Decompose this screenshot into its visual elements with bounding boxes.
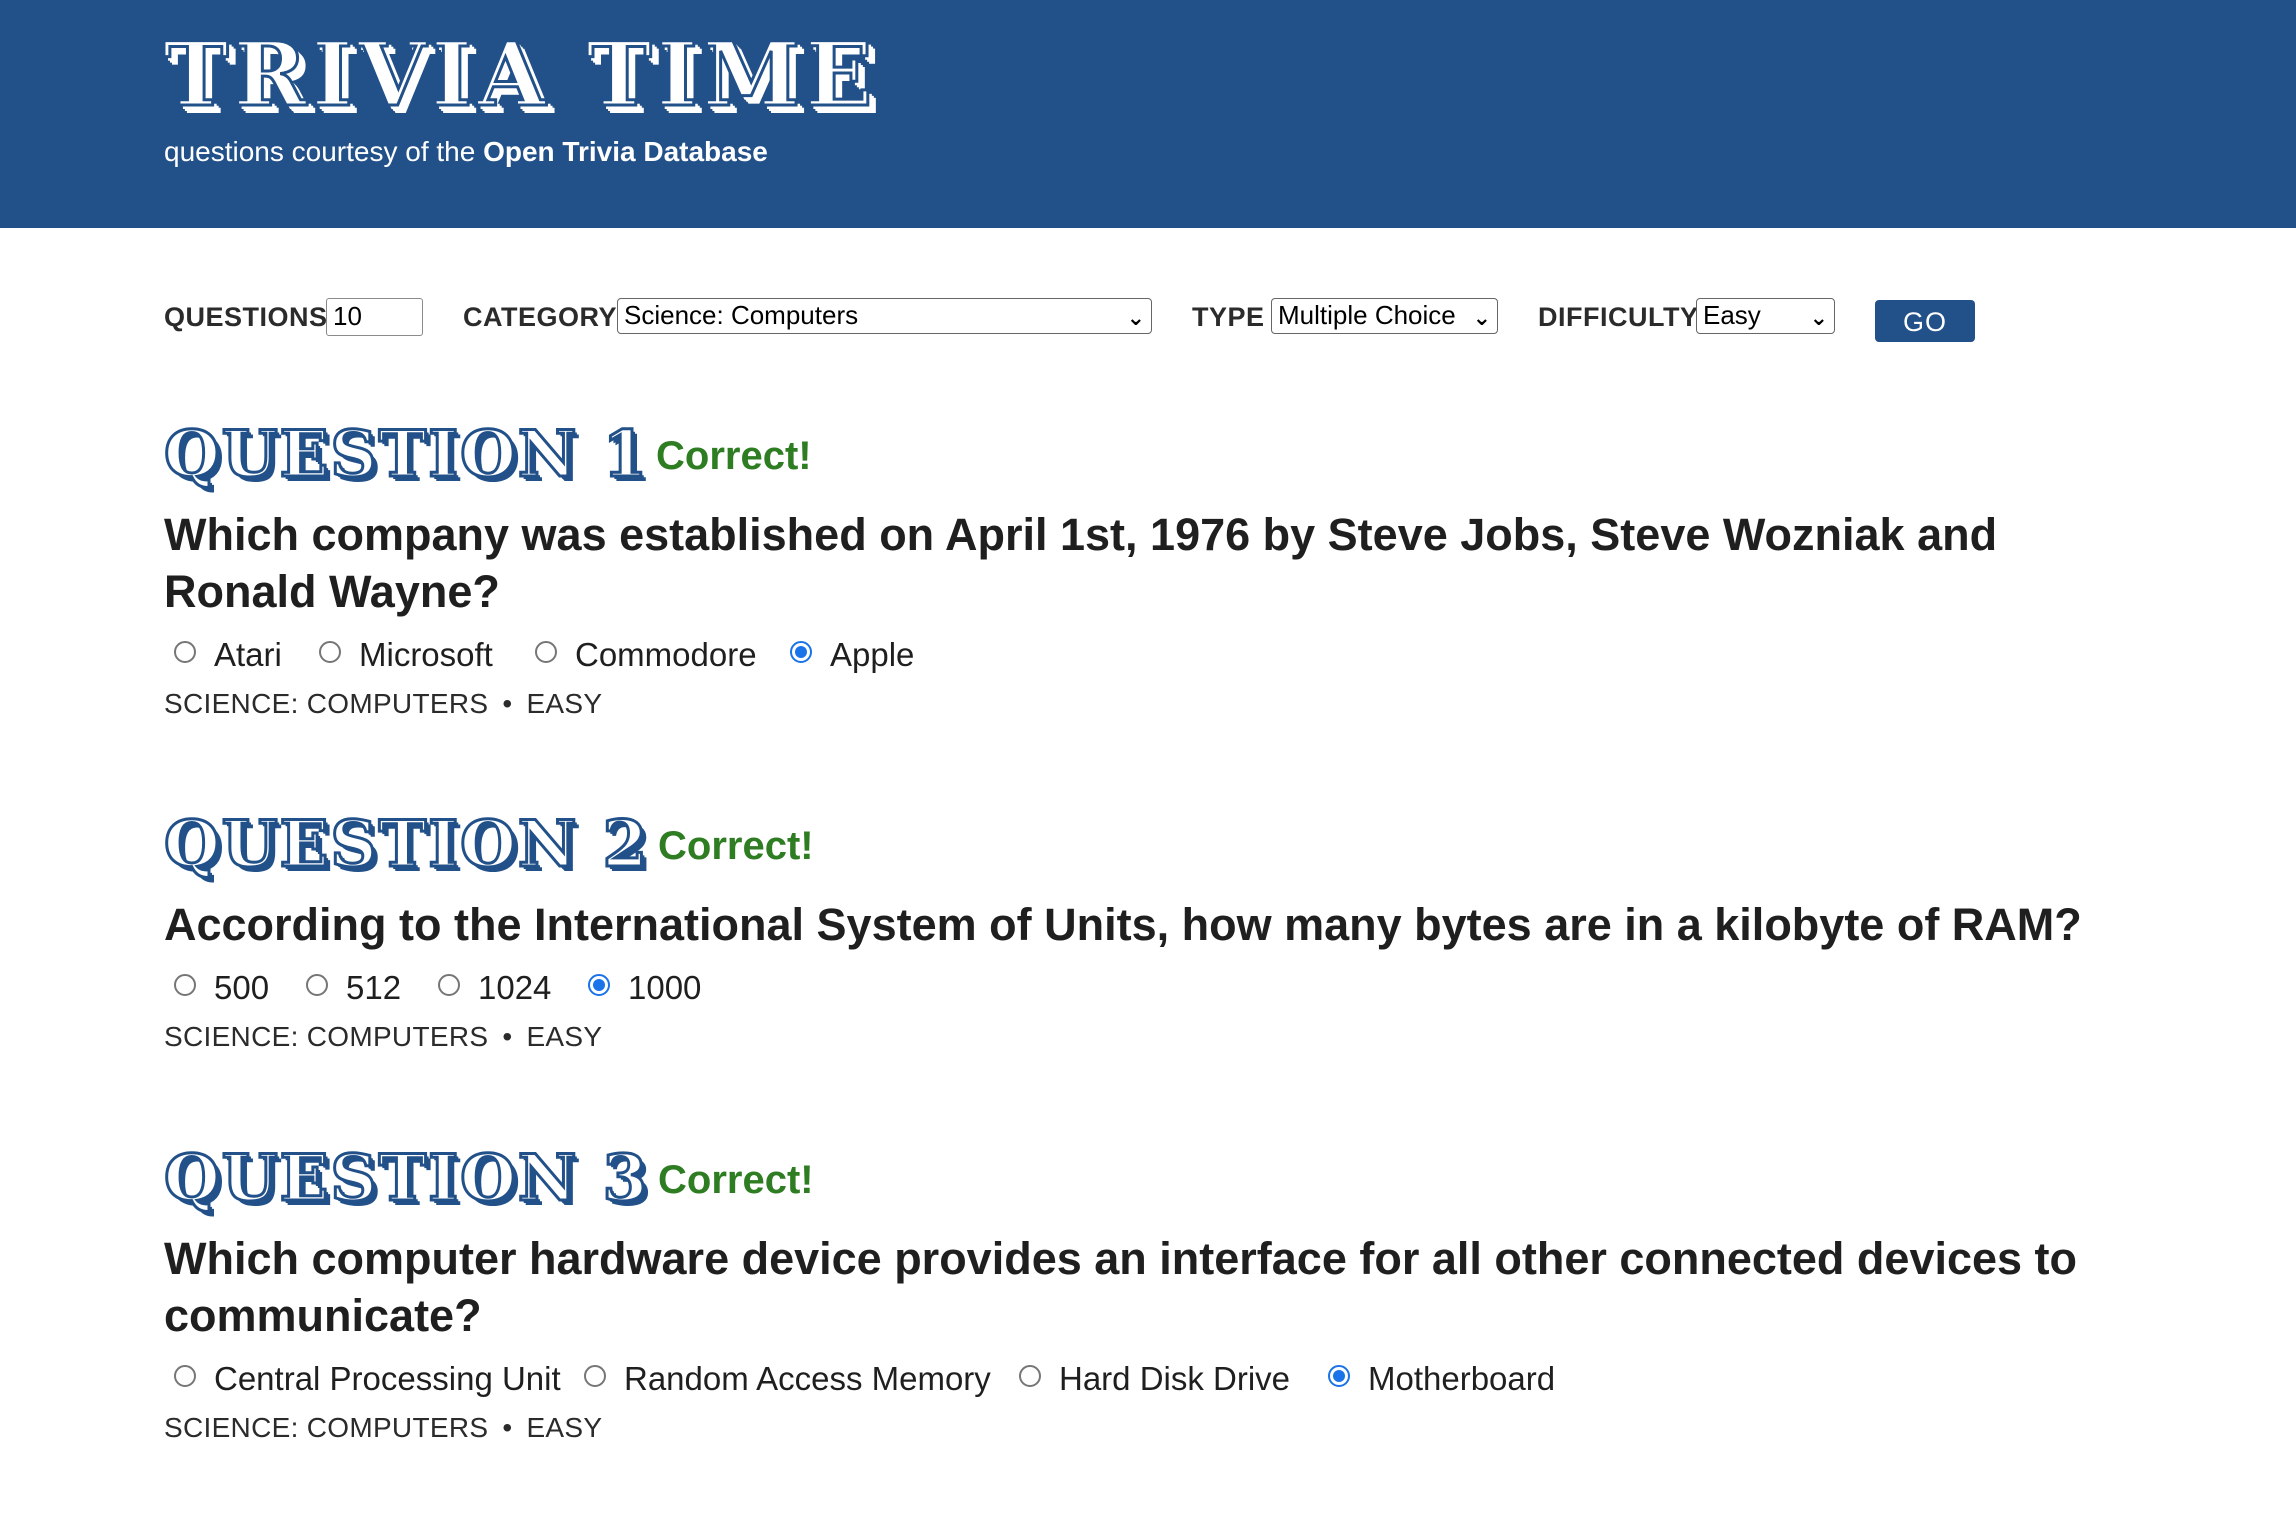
chevron-down-icon: ⌄ <box>1809 306 1828 331</box>
question-difficulty: EASY <box>526 1412 603 1443</box>
radio-icon[interactable] <box>790 641 812 663</box>
question-difficulty: EASY <box>526 688 603 719</box>
question-card: QUESTION 1 Correct! Which company was es… <box>162 417 2124 720</box>
type-select[interactable]: Multiple Choice ⌄ <box>1271 298 1498 334</box>
header: TRIVIA TIME questions courtesy of the Op… <box>0 0 2296 228</box>
tagline: questions courtesy of the Open Trivia Da… <box>164 136 768 168</box>
question-title: QUESTION 1 <box>162 417 650 492</box>
chevron-down-icon: ⌄ <box>1126 306 1145 331</box>
chevron-down-icon: ⌄ <box>1472 306 1491 331</box>
answer-label: 512 <box>346 969 402 1006</box>
radio-icon[interactable] <box>306 974 328 996</box>
answer-label: Central Processing Unit <box>214 1360 561 1397</box>
radio-icon[interactable] <box>535 641 557 663</box>
difficulty-selected-value: Easy <box>1703 300 1761 330</box>
answer-label: 1000 <box>628 969 702 1006</box>
radio-icon[interactable] <box>174 641 196 663</box>
difficulty-select[interactable]: Easy ⌄ <box>1696 298 1835 334</box>
question-category: SCIENCE: COMPUTERS <box>164 1021 489 1052</box>
question-meta: SCIENCE: COMPUTERS • EASY <box>164 1021 2124 1053</box>
result-status: Correct! <box>658 824 814 868</box>
open-trivia-database-link[interactable]: Open Trivia Database <box>483 136 768 167</box>
result-status: Correct! <box>656 434 812 478</box>
result-status: Correct! <box>658 1158 814 1202</box>
question-text: According to the International System of… <box>164 899 2082 950</box>
question-title: QUESTION 3 <box>162 1141 650 1216</box>
answer-label: Microsoft <box>359 636 493 673</box>
answer-label: Random Access Memory <box>624 1360 991 1397</box>
radio-icon[interactable] <box>1019 1365 1041 1387</box>
question-difficulty: EASY <box>526 1021 603 1052</box>
answer-label: Hard Disk Drive <box>1059 1360 1291 1397</box>
radio-icon[interactable] <box>174 1365 196 1387</box>
radio-icon[interactable] <box>588 974 610 996</box>
answer-options: 500 512 1024 1000 <box>164 961 2124 1011</box>
answer-options: Atari Microsoft Commodore Apple <box>164 628 2124 678</box>
question-meta: SCIENCE: COMPUTERS • EASY <box>164 688 2124 720</box>
question-text: Which computer hardware device provides … <box>164 1233 2078 1341</box>
answer-label: Commodore <box>575 636 757 673</box>
question-category: SCIENCE: COMPUTERS <box>164 1412 489 1443</box>
question-meta: SCIENCE: COMPUTERS • EASY <box>164 1412 2124 1444</box>
logo: TRIVIA TIME <box>161 22 878 126</box>
radio-icon[interactable] <box>319 641 341 663</box>
difficulty-label: DIFFICULTY <box>1538 302 1699 332</box>
type-label: TYPE <box>1192 302 1265 332</box>
category-selected-value: Science: Computers <box>624 300 859 330</box>
question-card: QUESTION 2 Correct! According to the Int… <box>162 807 2124 1053</box>
answer-label: Apple <box>830 636 915 673</box>
questions-count-input[interactable]: 10 <box>326 298 423 336</box>
category-select[interactable]: Science: Computers ⌄ <box>617 298 1152 334</box>
tagline-prefix: questions courtesy of the <box>164 136 484 167</box>
radio-icon[interactable] <box>1328 1365 1350 1387</box>
separator-dot: • <box>502 1412 513 1443</box>
radio-icon[interactable] <box>174 974 196 996</box>
separator-dot: • <box>502 1021 513 1052</box>
category-label: CATEGORY <box>463 302 618 332</box>
answer-label: 1024 <box>478 969 552 1006</box>
answer-label: Atari <box>214 636 282 673</box>
separator-dot: • <box>502 688 513 719</box>
question-text: Which company was established on April 1… <box>164 509 1998 617</box>
radio-icon[interactable] <box>584 1365 606 1387</box>
question-card: QUESTION 3 Correct! Which computer hardw… <box>162 1141 2124 1444</box>
question-category: SCIENCE: COMPUTERS <box>164 688 489 719</box>
go-button[interactable]: GO <box>1875 300 1975 342</box>
questions-label: QUESTIONS <box>164 302 328 332</box>
quiz-controls: QUESTIONS 10 CATEGORY Science: Computers… <box>164 296 2004 346</box>
question-title: QUESTION 2 <box>162 807 650 882</box>
answer-label: 500 <box>214 969 270 1006</box>
answer-options: Central Processing Unit Random Access Me… <box>164 1352 2124 1402</box>
answer-label: Motherboard <box>1368 1360 1556 1397</box>
radio-icon[interactable] <box>438 974 460 996</box>
type-selected-value: Multiple Choice <box>1278 300 1456 330</box>
